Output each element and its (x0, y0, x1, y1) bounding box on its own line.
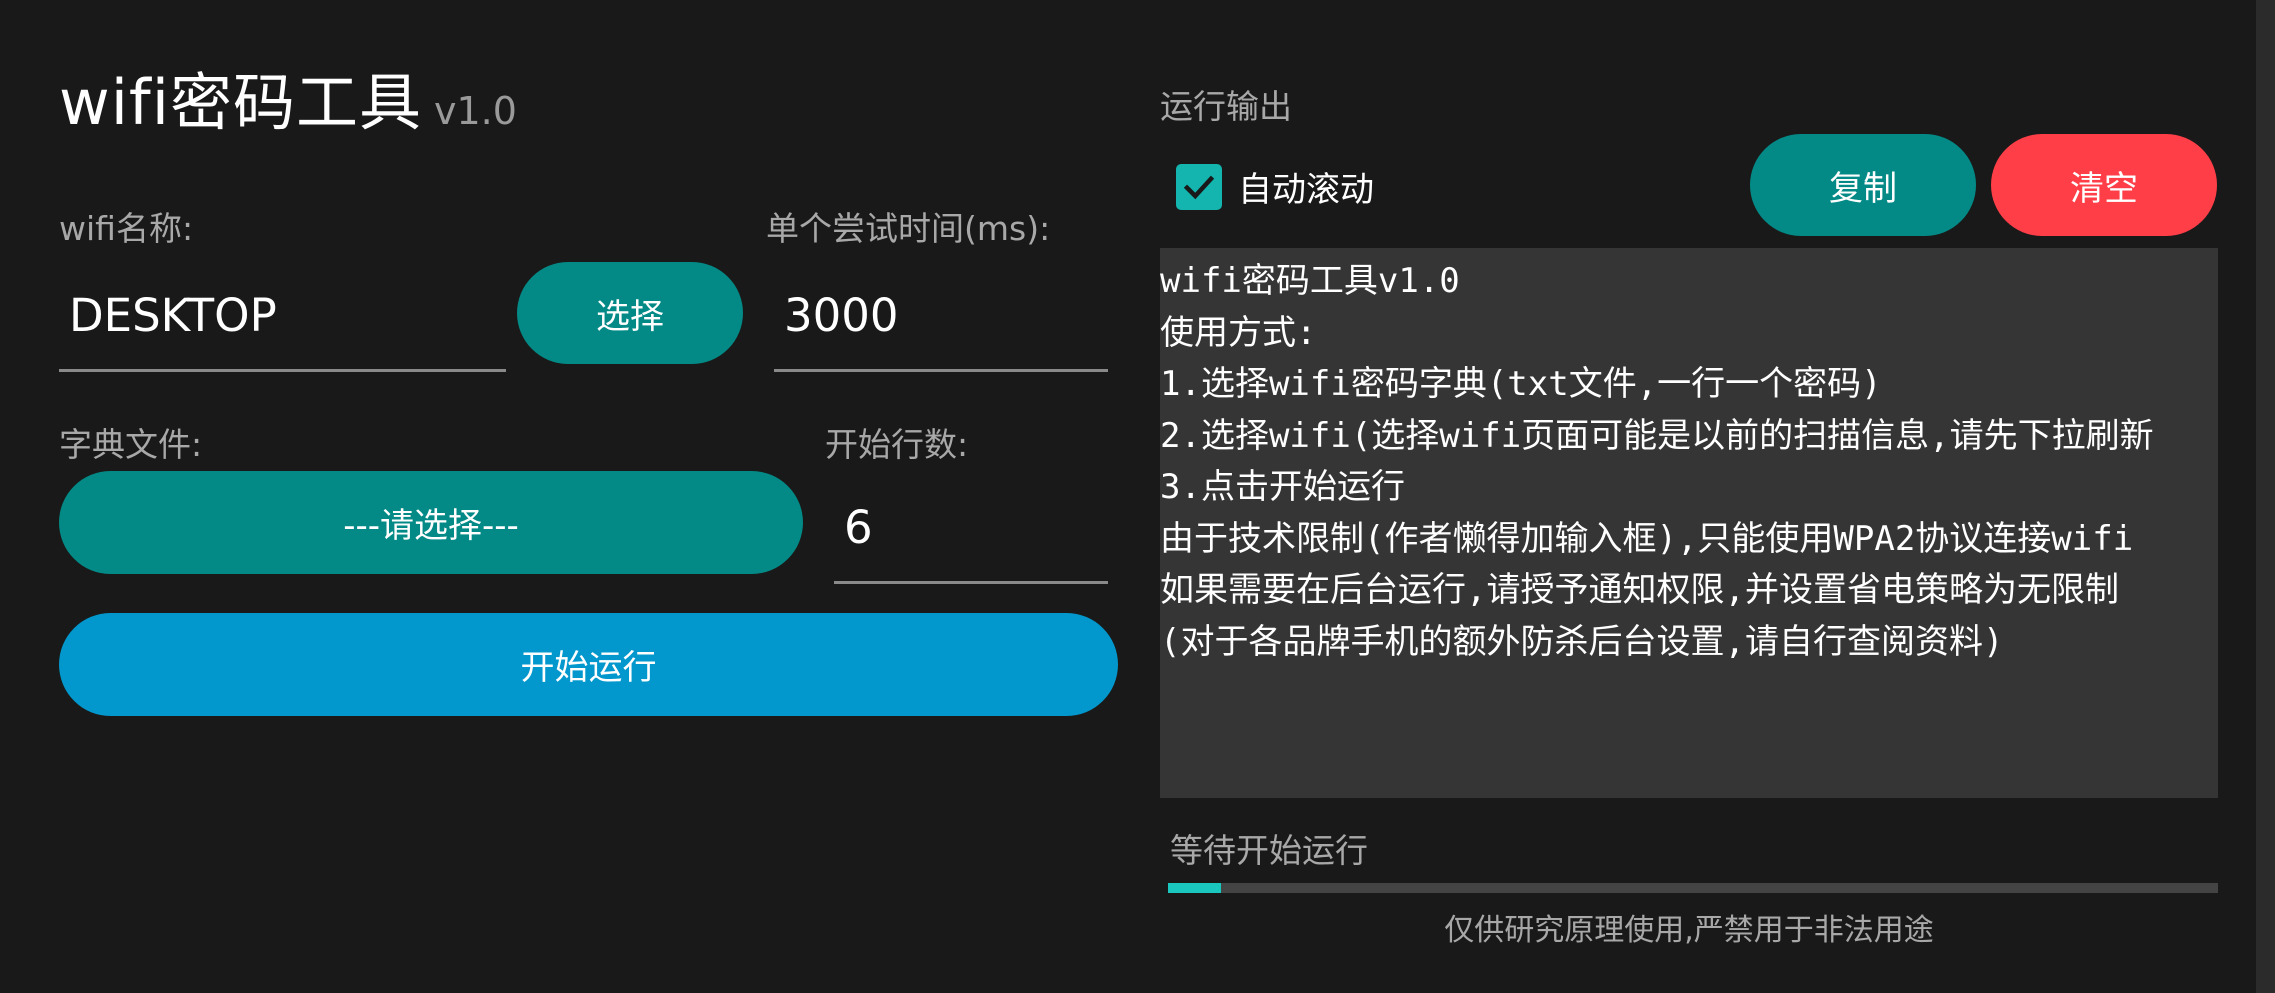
copy-button[interactable]: 复制 (1750, 134, 1976, 236)
output-line: 3.点击开始运行 (1160, 467, 1405, 507)
dictionary-select-button[interactable]: ---请选择--- (59, 471, 803, 574)
auto-scroll-toggle[interactable]: 自动滚动 (1176, 162, 1374, 211)
app-title: wifi密码工具 (59, 66, 422, 139)
check-icon (1183, 175, 1215, 199)
footer-disclaimer: 仅供研究原理使用,严禁用于非法用途 (1444, 913, 1934, 948)
start-run-button[interactable]: 开始运行 (59, 613, 1118, 716)
page-title: wifi密码工具 v1.0 (59, 52, 517, 142)
wifi-select-button[interactable]: 选择 (517, 262, 743, 364)
clear-button[interactable]: 清空 (1991, 134, 2217, 236)
output-line: 使用方式: (1160, 312, 1317, 353)
app-version: v1.0 (434, 89, 517, 133)
output-line: 1.选择wifi密码字典(txt文件,一行一个密码) (1160, 364, 1882, 404)
output-log[interactable]: wifi密码工具v1.0 使用方式: 1.选择wifi密码字典(txt文件,一行… (1160, 248, 2218, 798)
output-line: 如果需要在后台运行,请授予通知权限,并设置省电策略为无限制 (1160, 570, 2119, 610)
output-line: 由于技术限制(作者懒得加输入框),只能使用WPA2协议连接wifi (1160, 518, 2134, 559)
start-line-input[interactable]: 6 (834, 473, 1108, 584)
output-line: 2.选择wifi(选择wifi页面可能是以前的扫描信息,请先下拉刷新 (1160, 415, 2154, 456)
output-line: (对于各品牌手机的额外防杀后台设置,请自行查阅资料) (1160, 621, 2004, 662)
progress-bar-fill (1168, 883, 1221, 893)
start-line-label: 开始行数: (825, 425, 969, 464)
output-section-label: 运行输出 (1160, 87, 1292, 126)
progress-bar (1168, 883, 2218, 893)
wifi-name-input[interactable]: DESKTOP (59, 262, 506, 372)
auto-scroll-label: 自动滚动 (1238, 170, 1374, 210)
dictionary-label: 字典文件: (59, 425, 203, 464)
right-edge-strip (2256, 0, 2275, 993)
app-root: wifi密码工具 v1.0 wifi名称: DESKTOP 选择 单个尝试时间(… (0, 0, 2275, 993)
auto-scroll-checkbox[interactable] (1176, 163, 1222, 210)
timeout-label: 单个尝试时间(ms): (766, 209, 1051, 248)
status-text: 等待开始运行 (1170, 831, 1368, 870)
output-line: wifi密码工具v1.0 (1160, 261, 1460, 301)
timeout-input[interactable]: 3000 (774, 262, 1108, 372)
wifi-name-label: wifi名称: (59, 209, 194, 248)
